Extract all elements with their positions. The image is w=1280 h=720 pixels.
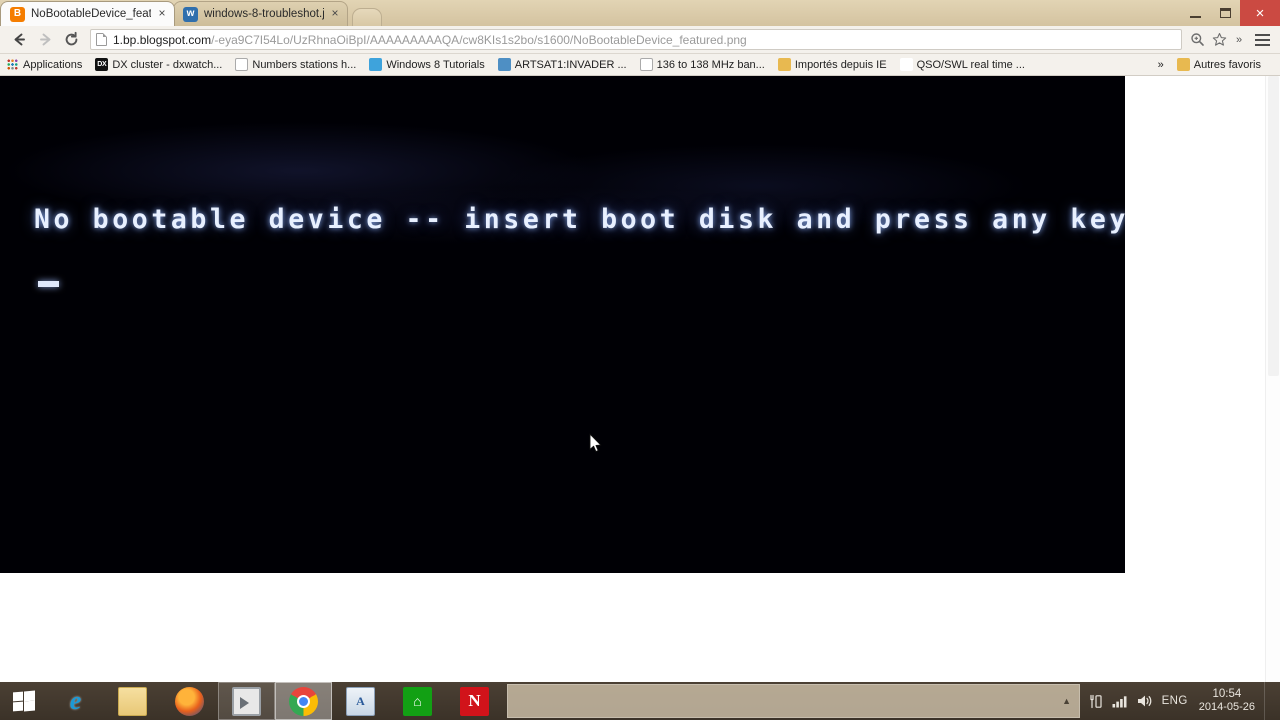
taskbar-item-internet-explorer[interactable]: e: [47, 682, 104, 720]
start-button[interactable]: [0, 682, 47, 720]
tab-title: NoBootableDevice_featur: [31, 8, 151, 20]
bookmark-label: DX cluster - dxwatch...: [112, 58, 223, 71]
windows-taskbar: e A ⌂ N ▲ ENG 10:54 2014-05-26: [0, 682, 1280, 720]
media-player-icon: [232, 686, 261, 716]
internet-explorer-icon: e: [69, 686, 82, 715]
zoom-icon[interactable]: [1186, 29, 1208, 51]
store-icon: ⌂: [403, 686, 432, 716]
taskbar-item-media-player[interactable]: [218, 682, 275, 720]
bookmark-label: Numbers stations h...: [252, 58, 357, 71]
page-icon: [235, 58, 249, 71]
page-viewport: No bootable device -- insert boot disk a…: [0, 76, 1280, 682]
bookmark-label: Windows 8 Tutorials: [386, 58, 485, 71]
browser-window: B NoBootableDevice_featur × w windows-8-…: [0, 0, 1280, 682]
bookmark-artsat1-invader[interactable]: ARTSAT1:INVADER ...: [497, 58, 627, 71]
taskbar-item-file-explorer[interactable]: [104, 682, 161, 720]
clock-time: 10:54: [1212, 688, 1242, 700]
dx-icon: DX: [95, 58, 109, 71]
bookmark-label: 136 to 138 MHz ban...: [656, 58, 765, 71]
page-scrollbar-thumb[interactable]: [1268, 76, 1279, 376]
bookmark-label: Importés depuis IE: [794, 58, 887, 71]
clock-date: 2014-05-26: [1198, 701, 1255, 713]
clock[interactable]: 10:54 2014-05-26: [1197, 688, 1255, 714]
bookmarks-bar: Applications DX DX cluster - dxwatch... …: [0, 54, 1280, 76]
bookmarks-overflow-label: »: [1157, 58, 1164, 71]
chrome-icon: [289, 686, 318, 716]
bookmark-autres-favoris[interactable]: Autres favoris: [1176, 58, 1261, 71]
network-signal-icon[interactable]: [1112, 695, 1128, 708]
folder-icon: [1176, 58, 1190, 71]
maximize-restore-button[interactable]: [1210, 0, 1240, 26]
taskbar-item-google-chrome[interactable]: [275, 682, 332, 720]
bios-text-cursor: [38, 281, 59, 287]
page-icon: [639, 58, 653, 71]
tab-close-icon[interactable]: ×: [329, 7, 341, 20]
taskbar-item-n-app[interactable]: N: [446, 682, 503, 720]
page-scrollbar[interactable]: [1265, 76, 1280, 682]
action-center-icon[interactable]: [1088, 694, 1103, 709]
bookmark-label: ARTSAT1:INVADER ...: [514, 58, 627, 71]
windows-tutorial-icon: [369, 58, 383, 71]
bookmark-label: QSO/SWL real time ...: [916, 58, 1025, 71]
volume-icon[interactable]: [1137, 694, 1153, 708]
browser-tab-inactive[interactable]: w windows-8-troubleshot.jp ×: [173, 1, 348, 26]
n-app-icon: N: [460, 686, 489, 716]
tab-strip: B NoBootableDevice_featur × w windows-8-…: [0, 0, 1280, 26]
taskbar-item-document-app[interactable]: A: [332, 682, 389, 720]
file-explorer-icon: [118, 686, 147, 716]
bookmark-numbers-stations[interactable]: Numbers stations h...: [235, 58, 356, 71]
close-window-button[interactable]: ×: [1240, 0, 1280, 26]
url-text: 1.bp.blogspot.com/-eya9C7I54Lo/UzRhnaOiB…: [113, 33, 747, 47]
taskbar-item-firefox[interactable]: [161, 682, 218, 720]
document-app-icon: A: [346, 686, 375, 716]
folder-icon: [777, 58, 791, 71]
bookmark-label: Autres favoris: [1193, 58, 1261, 71]
bookmark-dx-cluster[interactable]: DX DX cluster - dxwatch...: [95, 58, 222, 71]
show-hidden-icons-icon[interactable]: ▲: [1062, 696, 1071, 706]
bios-error-message: No bootable device -- insert boot disk a…: [34, 204, 1125, 235]
toolbar-overflow-icon[interactable]: »: [1230, 34, 1248, 46]
bookmark-applications[interactable]: Applications: [6, 58, 82, 71]
reload-button[interactable]: [58, 27, 84, 53]
system-tray: ENG 10:54 2014-05-26: [1080, 682, 1280, 720]
show-desktop-button[interactable]: [1264, 682, 1272, 720]
page-info-icon: [96, 33, 107, 46]
apps-grid-icon: [6, 58, 19, 71]
address-bar[interactable]: 1.bp.blogspot.com/-eya9C7I54Lo/UzRhnaOiB…: [90, 29, 1182, 50]
bookmark-windows-8-tutorials[interactable]: Windows 8 Tutorials: [369, 58, 485, 71]
qso-icon: ℳ: [899, 58, 913, 71]
taskbar-item-windows-store[interactable]: ⌂: [389, 682, 446, 720]
chrome-menu-icon[interactable]: [1250, 28, 1274, 52]
bookmarks-overflow-button[interactable]: »: [1158, 59, 1164, 71]
bookmark-star-icon[interactable]: [1208, 29, 1230, 51]
url-path: /-eya9C7I54Lo/UzRhnaOiBpI/AAAAAAAAAQA/cw…: [211, 32, 747, 47]
bookmark-qso-swl-real-time[interactable]: ℳ QSO/SWL real time ...: [899, 58, 1025, 71]
bookmark-importes-depuis-ie[interactable]: Importés depuis IE: [777, 58, 887, 71]
globe-favicon-icon: w: [183, 6, 198, 22]
forward-button[interactable]: [32, 27, 58, 53]
bookmark-136-to-138-mhz[interactable]: 136 to 138 MHz ban...: [639, 58, 765, 71]
url-host: 1.bp.blogspot.com: [113, 32, 212, 47]
new-tab-button[interactable]: [352, 8, 382, 26]
bios-error-screenshot[interactable]: No bootable device -- insert boot disk a…: [0, 76, 1125, 573]
blogger-favicon-icon: B: [10, 6, 25, 22]
bios-screen-noise: [0, 76, 1125, 573]
tab-close-icon[interactable]: ×: [156, 7, 168, 20]
browser-tab-active[interactable]: B NoBootableDevice_featur ×: [0, 1, 175, 26]
back-button[interactable]: [6, 27, 32, 53]
windows-logo-icon: [12, 690, 35, 712]
mouse-pointer-icon: [589, 433, 602, 453]
tab-title: windows-8-troubleshot.jp: [204, 8, 324, 20]
taskbar-empty-area: ▲: [507, 684, 1080, 718]
minimize-button[interactable]: [1180, 0, 1210, 26]
browser-toolbar: 1.bp.blogspot.com/-eya9C7I54Lo/UzRhnaOiB…: [0, 26, 1280, 54]
firefox-icon: [175, 686, 204, 716]
bookmark-label: Applications: [23, 58, 83, 71]
language-indicator[interactable]: ENG: [1162, 695, 1188, 707]
window-controls: ×: [1180, 0, 1280, 26]
satellite-icon: [497, 58, 511, 71]
